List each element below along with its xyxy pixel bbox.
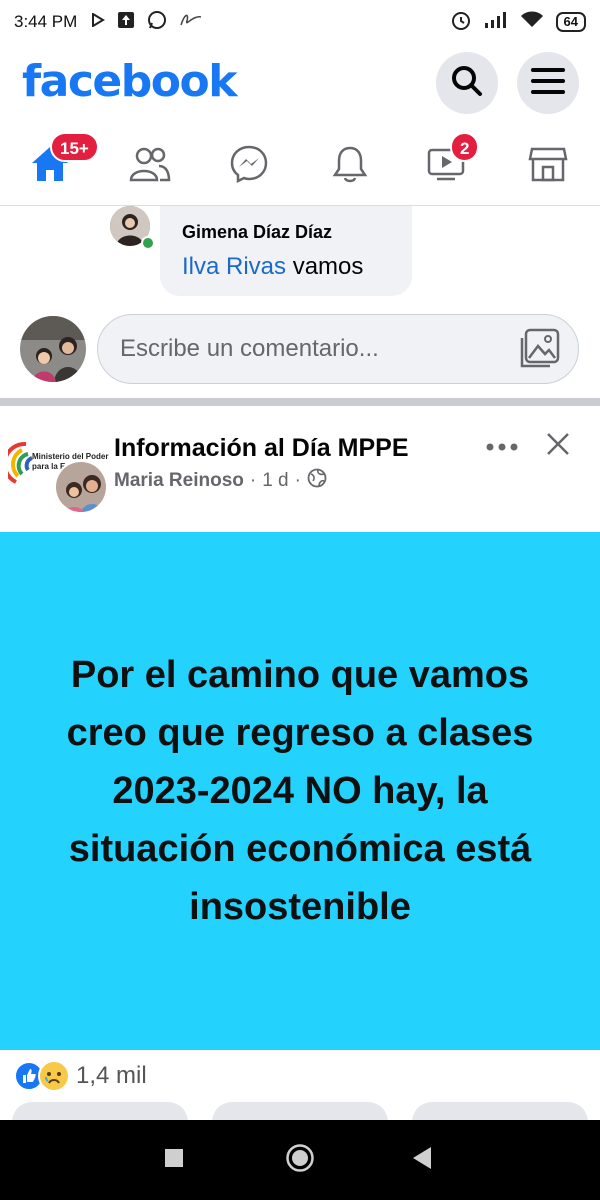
comment-section: Gimena Díaz Díaz Ilva Rivas vamos Escrib…: [0, 206, 600, 398]
hamburger-menu-icon: [531, 67, 565, 100]
online-status-dot: [141, 236, 155, 250]
post-body-text: Por el camino que vamos creo que regreso…: [66, 654, 534, 928]
current-user-avatar[interactable]: [20, 316, 86, 382]
tab-home[interactable]: 15+: [20, 132, 99, 196]
comment-input-placeholder: Escribe un comentario...: [120, 335, 379, 362]
reaction-count: 1,4 mil: [76, 1062, 147, 1089]
search-icon: [451, 65, 483, 102]
menu-button[interactable]: [517, 52, 579, 114]
tab-friends[interactable]: [120, 136, 180, 196]
battery-indicator: 64: [555, 12, 586, 32]
post-author-name[interactable]: Maria Reinoso: [114, 470, 244, 492]
status-bar: 3:44 PM 64: [0, 0, 600, 44]
comment-body: vamos: [286, 253, 364, 280]
post-actions: [486, 432, 570, 461]
post-header: Ministerio del Poder para la E Informaci…: [0, 406, 600, 532]
post-background[interactable]: Por el camino que vamos creo que regreso…: [0, 532, 600, 1050]
meta-separator: ·: [294, 470, 301, 491]
signature-icon: [179, 11, 203, 34]
post-action-bar: [0, 1100, 600, 1122]
feed-divider: [0, 398, 600, 406]
back-triangle-icon: [411, 1146, 433, 1175]
comment-button[interactable]: [212, 1102, 388, 1122]
play-store-icon: [91, 12, 106, 32]
photo-icon[interactable]: [518, 328, 562, 377]
bell-icon: [332, 144, 368, 189]
comment-input[interactable]: Escribe un comentario...: [97, 314, 579, 384]
tab-messenger[interactable]: [219, 136, 279, 196]
app-header: facebook: [0, 44, 600, 124]
tab-notifications[interactable]: [320, 136, 380, 196]
alarm-icon: [450, 9, 472, 36]
home-nav-button[interactable]: [284, 1143, 316, 1178]
post-page-name[interactable]: Información al Día MPPE: [114, 434, 409, 463]
circle-home-icon: [285, 1143, 315, 1178]
share-button[interactable]: [412, 1102, 588, 1122]
comment-text: Ilva Rivas vamos: [182, 253, 390, 281]
square-recents-icon: [164, 1148, 184, 1173]
more-options-icon[interactable]: [486, 438, 518, 456]
home-notification-badge: 15+: [50, 132, 99, 162]
comment-bubble[interactable]: Gimena Díaz Díaz Ilva Rivas vamos: [160, 206, 412, 296]
comment-mention-link[interactable]: Ilva Rivas: [182, 253, 286, 280]
post-time[interactable]: 1 d: [262, 470, 288, 492]
watch-notification-badge: 2: [450, 132, 480, 162]
wifi-icon: [520, 11, 544, 34]
whatsapp-icon: [147, 10, 167, 35]
sad-reaction-icon: [38, 1060, 70, 1092]
tab-marketplace[interactable]: [518, 136, 578, 196]
globe-icon: [307, 468, 327, 494]
marketplace-store-icon: [528, 145, 568, 188]
recents-button[interactable]: [158, 1144, 190, 1176]
like-button[interactable]: [12, 1102, 188, 1122]
back-button[interactable]: [406, 1144, 438, 1176]
status-time: 3:44 PM: [14, 12, 78, 31]
reactions-summary[interactable]: 1,4 mil: [14, 1056, 147, 1096]
signal-icon: [484, 11, 508, 34]
messenger-icon: [229, 144, 269, 189]
facebook-logo[interactable]: facebook: [22, 56, 237, 107]
friends-icon: [129, 146, 171, 187]
post-author-avatar[interactable]: [54, 460, 108, 514]
search-button[interactable]: [436, 52, 498, 114]
meta-separator: ·: [249, 470, 257, 491]
tab-watch[interactable]: 2: [418, 132, 480, 196]
post-meta: Maria Reinoso · 1 d ·: [114, 468, 327, 494]
upload-icon: [117, 11, 135, 34]
close-icon[interactable]: [546, 432, 570, 461]
page-logo-text-1: Ministerio del Poder: [32, 452, 109, 461]
tab-bar: 15+ 2: [0, 128, 600, 206]
comment-author-name[interactable]: Gimena Díaz Díaz: [182, 222, 390, 243]
system-navigation-bar: [0, 1120, 600, 1200]
